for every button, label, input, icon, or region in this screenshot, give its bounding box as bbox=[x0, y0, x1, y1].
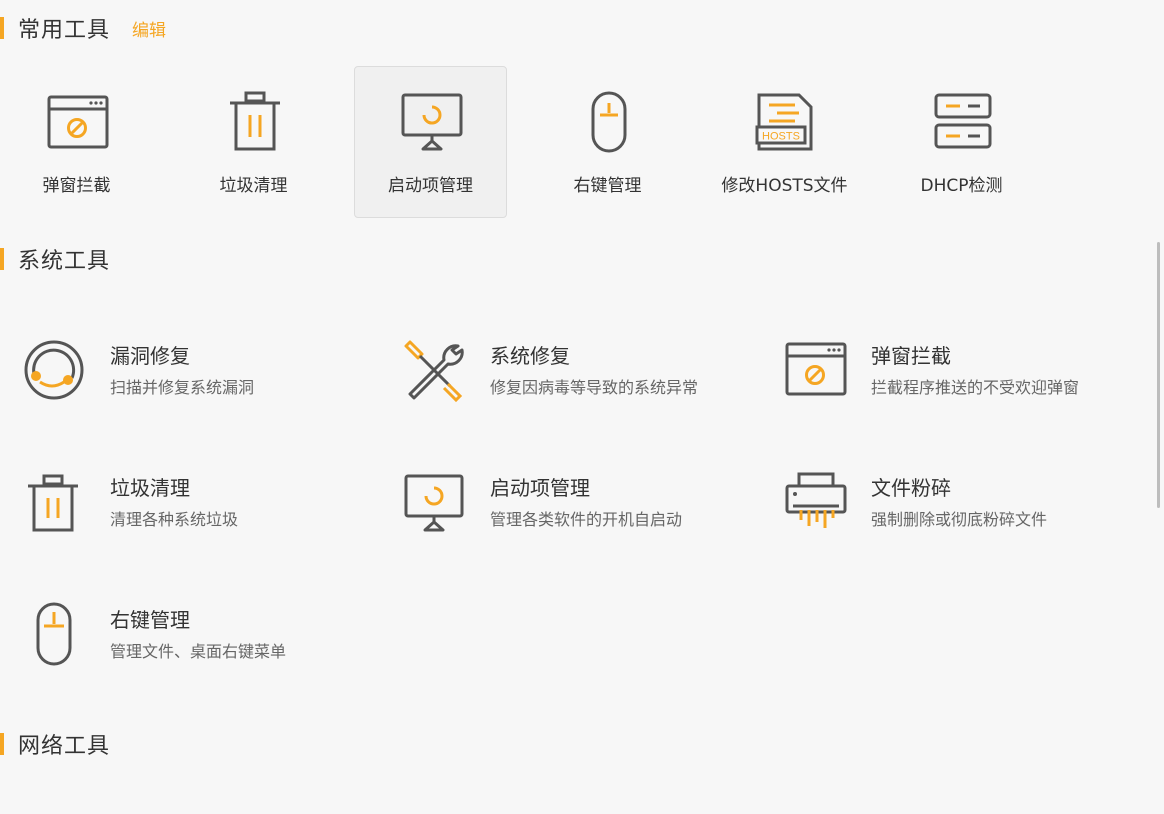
section-title: 常用工具 bbox=[18, 18, 111, 43]
common-tool-hosts[interactable]: HOSTS 修改HOSTS文件 bbox=[708, 66, 861, 218]
sys-tool-popup-block[interactable]: 弹窗拦截 拦截程序推送的不受欢迎弹窗 bbox=[781, 338, 1141, 418]
sys-tool-system-repair[interactable]: 系统修复 修复因病毒等导致的系统异常 bbox=[400, 338, 760, 418]
common-tool-label: DHCP检测 bbox=[920, 176, 1003, 196]
common-tool-startup[interactable]: 启动项管理 bbox=[354, 66, 507, 218]
sys-tool-desc: 管理各类软件的开机自启动 bbox=[490, 510, 683, 529]
vulnerability-repair-icon bbox=[24, 340, 84, 400]
section-accent-bar bbox=[0, 17, 4, 39]
trash-icon bbox=[230, 91, 280, 151]
sys-tool-vuln-repair[interactable]: 漏洞修复 扫描并修复系统漏洞 bbox=[20, 338, 380, 418]
network-tools-header: 网络工具 bbox=[0, 729, 110, 759]
common-tool-dhcp[interactable]: DHCP检测 bbox=[885, 66, 1038, 218]
sys-tool-desc: 清理各种系统垃圾 bbox=[110, 510, 239, 529]
sys-tool-title: 文件粉碎 bbox=[871, 476, 951, 500]
sys-tool-desc: 修复因病毒等导致的系统异常 bbox=[490, 378, 699, 397]
sys-tool-title: 垃圾清理 bbox=[110, 476, 190, 500]
system-tools-header: 系统工具 bbox=[0, 244, 110, 274]
common-tool-label: 启动项管理 bbox=[388, 176, 473, 196]
sys-tool-desc: 强制删除或彻底粉碎文件 bbox=[871, 510, 1048, 529]
sys-tool-desc: 扫描并修复系统漏洞 bbox=[110, 378, 255, 397]
edit-link[interactable]: 编辑 bbox=[132, 16, 166, 41]
sys-tool-title: 右键管理 bbox=[110, 608, 190, 632]
section-accent-bar bbox=[0, 248, 4, 270]
sys-tool-title: 系统修复 bbox=[490, 344, 570, 368]
common-tool-label: 弹窗拦截 bbox=[42, 176, 111, 196]
monitor-startup-icon bbox=[401, 93, 463, 151]
toolbox-page: 常用工具 编辑 弹窗拦截 垃圾清理 启动项管理 右键管理 HOSTS 修改HOS… bbox=[0, 0, 1164, 814]
common-tool-label: 修改HOSTS文件 bbox=[721, 176, 848, 196]
common-tools-header: 常用工具 编辑 bbox=[0, 13, 166, 43]
vertical-scrollbar[interactable] bbox=[1157, 242, 1160, 508]
monitor-startup-icon bbox=[404, 474, 464, 532]
common-tool-popup-block[interactable]: 弹窗拦截 bbox=[0, 66, 153, 218]
section-title: 网络工具 bbox=[18, 734, 111, 759]
sys-tool-file-shred[interactable]: 文件粉碎 强制删除或彻底粉碎文件 bbox=[781, 470, 1141, 550]
popup-block-icon bbox=[785, 342, 847, 396]
sys-tool-trash[interactable]: 垃圾清理 清理各种系统垃圾 bbox=[20, 470, 380, 550]
common-tool-trash[interactable]: 垃圾清理 bbox=[177, 66, 330, 218]
popup-block-icon bbox=[47, 95, 109, 149]
server-icon bbox=[934, 93, 992, 149]
trash-icon bbox=[28, 474, 78, 532]
hosts-file-icon: HOSTS bbox=[755, 93, 813, 151]
common-tool-right-click[interactable]: 右键管理 bbox=[531, 66, 684, 218]
common-tool-label: 垃圾清理 bbox=[219, 176, 288, 196]
section-accent-bar bbox=[0, 733, 4, 755]
tools-icon bbox=[404, 340, 464, 403]
mouse-icon bbox=[591, 91, 627, 153]
sys-tool-desc: 拦截程序推送的不受欢迎弹窗 bbox=[871, 378, 1080, 397]
svg-text:HOSTS: HOSTS bbox=[762, 131, 800, 143]
sys-tool-startup[interactable]: 启动项管理 管理各类软件的开机自启动 bbox=[400, 470, 760, 550]
shredder-icon bbox=[785, 472, 847, 528]
mouse-icon bbox=[36, 602, 72, 666]
common-tool-label: 右键管理 bbox=[573, 176, 642, 196]
sys-tool-right-click[interactable]: 右键管理 管理文件、桌面右键菜单 bbox=[20, 602, 380, 682]
sys-tool-desc: 管理文件、桌面右键菜单 bbox=[110, 642, 287, 661]
sys-tool-title: 漏洞修复 bbox=[110, 344, 190, 368]
section-title: 系统工具 bbox=[18, 249, 111, 274]
sys-tool-title: 启动项管理 bbox=[490, 476, 590, 500]
sys-tool-title: 弹窗拦截 bbox=[871, 344, 951, 368]
